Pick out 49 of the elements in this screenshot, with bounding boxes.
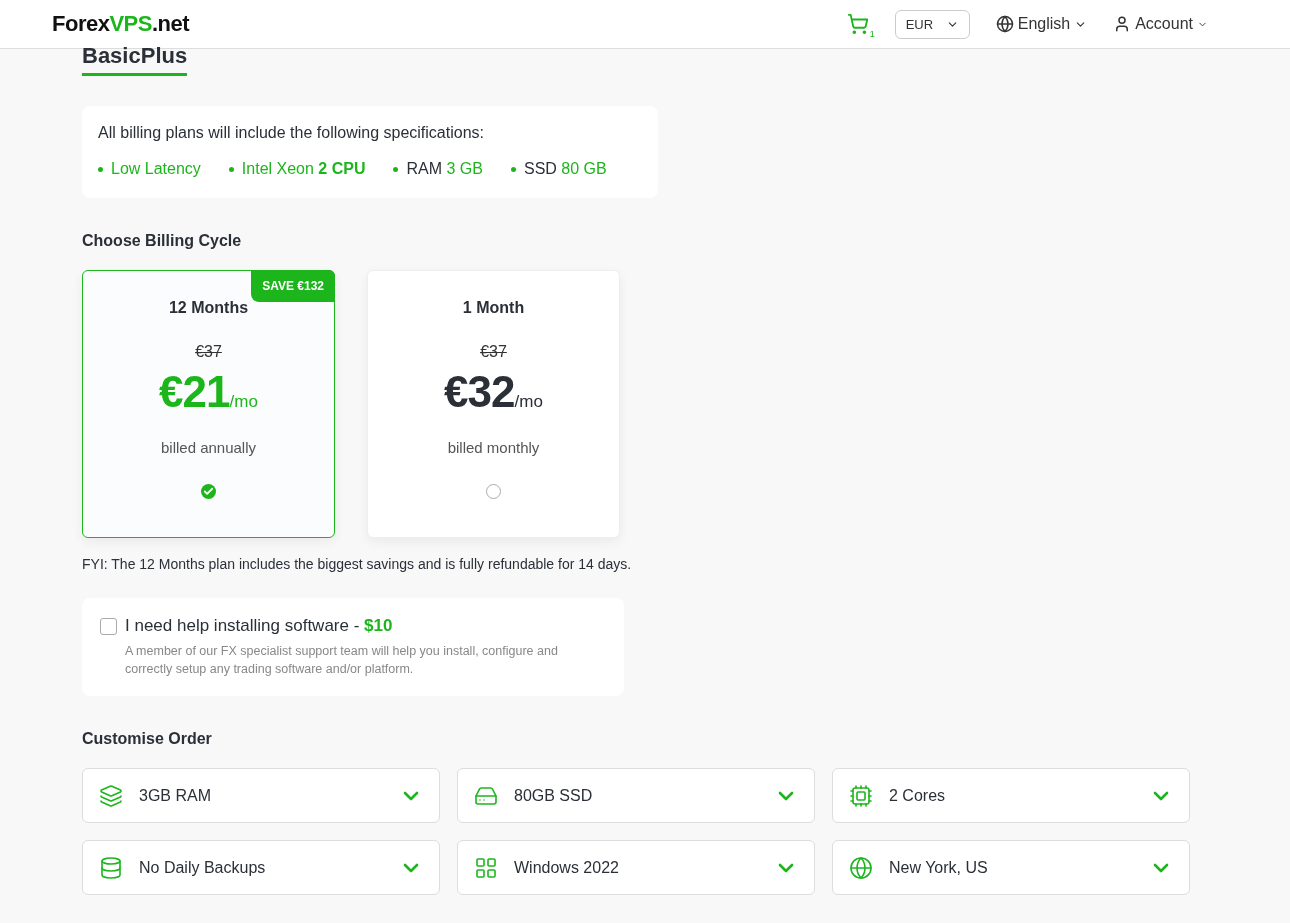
- layers-icon: [99, 783, 123, 808]
- billing-card[interactable]: SAVE €132 12 Months €37 €21/mo billed annually: [82, 270, 335, 538]
- spec-text: Intel Xeon 2 CPU: [241, 160, 366, 178]
- cycle-title: 1 Month: [462, 299, 525, 317]
- plan-title: BasicPlus: [82, 45, 188, 76]
- option-dropdown[interactable]: 80GB SSD: [457, 768, 815, 823]
- bullet-icon: [510, 166, 516, 172]
- language-menu[interactable]: English: [995, 15, 1088, 33]
- section-heading: Choose Billing Cycle: [82, 232, 243, 250]
- spec-text: Low Latency: [111, 160, 201, 178]
- addon-title: I need help installing software - $10: [125, 616, 394, 636]
- option-dropdown[interactable]: 3GB RAM: [82, 768, 440, 823]
- bullet-icon: [98, 166, 103, 172]
- price-unit: /mo: [229, 392, 258, 412]
- checkbox[interactable]: [100, 618, 117, 635]
- old-price: €37: [195, 343, 222, 361]
- savings-badge: SAVE €132: [251, 270, 335, 302]
- bullet-icon: [393, 166, 399, 172]
- option-dropdown[interactable]: No Daily Backups: [82, 840, 440, 895]
- spec-text: SSD 80 GB: [523, 160, 607, 178]
- option-dropdown[interactable]: 2 Cores: [832, 768, 1190, 823]
- cart-count: 1: [869, 29, 875, 39]
- billing-note: billed monthly: [447, 439, 540, 456]
- radio-button[interactable]: [486, 484, 501, 499]
- fyi-note: FYI: The 12 Months plan includes the biggest savings and is fully refundable for 14 days.: [82, 556, 633, 572]
- price: €21: [159, 367, 230, 417]
- option-dropdown[interactable]: New York, US: [832, 840, 1190, 895]
- specs-intro: All billing plans will include the following specifications:: [98, 124, 485, 142]
- database-icon: [99, 855, 123, 880]
- price-unit: /mo: [514, 392, 543, 412]
- currency-select[interactable]: EUR: [894, 9, 970, 39]
- logo[interactable]: ForexVPS.net: [52, 11, 190, 37]
- globe-icon: [995, 15, 1014, 33]
- billing-note: billed annually: [160, 439, 257, 456]
- grid-icon: [474, 855, 498, 880]
- spec-text: RAM 3 GB: [406, 160, 483, 178]
- chip-icon: [849, 783, 873, 808]
- cycle-title: 12 Months: [168, 299, 249, 317]
- billing-card[interactable]: 1 Month €37 €32/mo billed monthly: [367, 270, 620, 538]
- cart-icon[interactable]: [846, 13, 869, 35]
- old-price: €37: [480, 343, 507, 361]
- radio-button[interactable]: [201, 484, 216, 499]
- addon-description: A member of our FX specialist support team will help you install, configure and correctly setup any trading software and/or platform.: [125, 643, 559, 678]
- bullet-icon: [228, 166, 234, 172]
- globe-icon: [849, 855, 873, 880]
- account-menu[interactable]: Account: [1113, 15, 1208, 33]
- option-dropdown[interactable]: Windows 2022: [457, 840, 815, 895]
- section-heading: Customise Order: [82, 730, 213, 748]
- price: €32: [444, 367, 515, 417]
